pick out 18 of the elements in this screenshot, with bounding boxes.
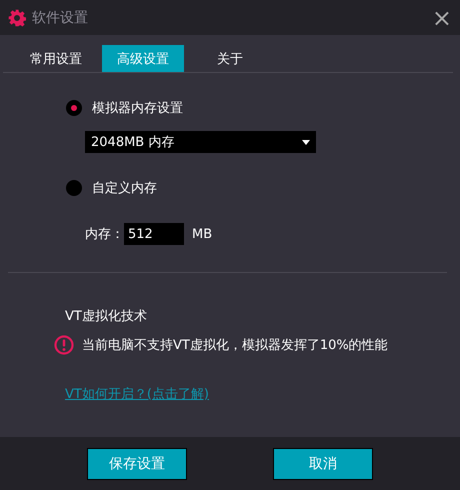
unit-label: MB: [192, 226, 212, 242]
radio-label: 模拟器内存设置: [92, 100, 183, 117]
memory-label: 内存：: [85, 226, 124, 243]
tab[interactable]: 关于: [184, 45, 276, 72]
tab[interactable]: 常用设置: [10, 45, 102, 72]
help-link[interactable]: VT如何开启？(点击了解): [65, 385, 209, 403]
radio-button[interactable]: [66, 100, 82, 116]
warning-icon: [54, 335, 74, 355]
caret-icon: [302, 140, 310, 144]
section-title: VT虚拟化技术: [65, 308, 148, 325]
memory-input[interactable]: 512: [124, 223, 184, 245]
window-title: 软件设置: [32, 8, 89, 26]
warning-text: 当前电脑不支持VT虚拟化，模拟器发挥了10%的性能: [82, 337, 388, 354]
radio-label: 自定义内存: [92, 180, 157, 197]
close-icon[interactable]: ×: [432, 6, 452, 30]
radio-button[interactable]: [66, 180, 82, 196]
memory-dropdown[interactable]: 2048MB 内存: [85, 131, 316, 153]
gear-icon: [8, 8, 26, 26]
